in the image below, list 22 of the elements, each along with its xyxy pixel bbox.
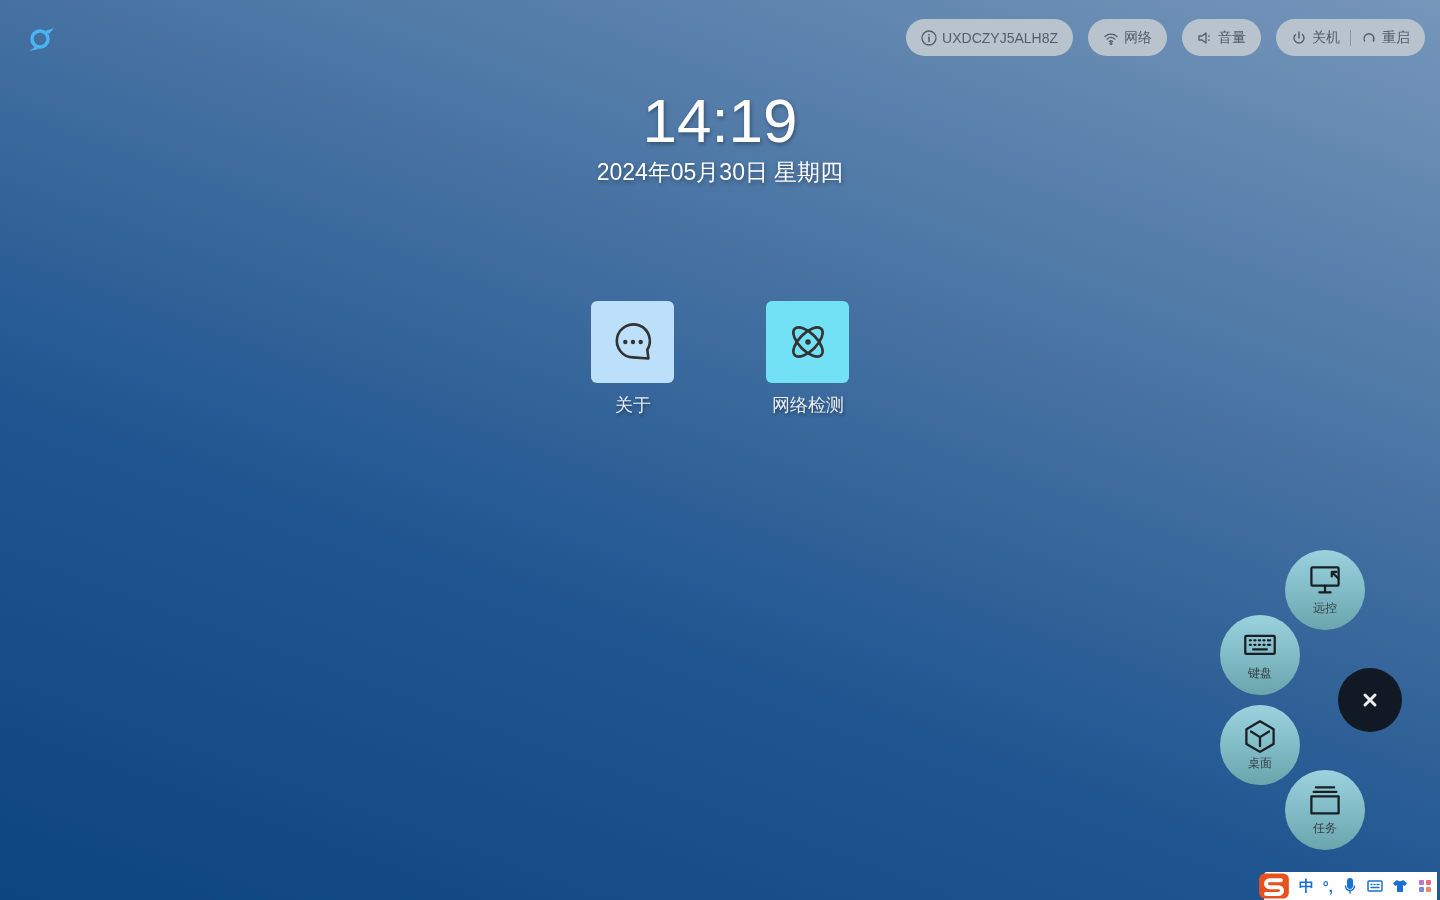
float-menu-button[interactable]: 任务: [1285, 770, 1365, 850]
cube-icon: [1243, 718, 1277, 753]
ime-mode-button[interactable]: 中: [1298, 876, 1314, 896]
shirt-icon: [1392, 878, 1408, 894]
clock-date: 2024年05月30日 星期四: [596, 158, 844, 187]
punctuation-button[interactable]: °,: [1322, 877, 1333, 895]
close-icon: [1362, 692, 1378, 708]
keyboard-icon: [1367, 878, 1383, 894]
clock-time: 14:19: [642, 86, 798, 156]
grid-icon: [1417, 878, 1433, 894]
microphone-icon: [1342, 878, 1358, 894]
power-icon: [1291, 29, 1307, 46]
device-id-button[interactable]: UXDCZYJ5ALH8Z: [906, 19, 1073, 56]
shutdown-button[interactable]: 关机: [1291, 28, 1340, 47]
float-menu-button[interactable]: 远控: [1285, 550, 1365, 630]
float-menu-button[interactable]: 桌面: [1220, 705, 1300, 785]
volume-button[interactable]: 音量: [1182, 19, 1261, 56]
window-stack-icon: [1308, 783, 1342, 818]
info-icon: [921, 29, 938, 46]
network-button[interactable]: 网络: [1088, 19, 1167, 56]
float-menu-button[interactable]: 键盘: [1220, 615, 1300, 695]
restart-button[interactable]: 重启: [1361, 28, 1410, 47]
